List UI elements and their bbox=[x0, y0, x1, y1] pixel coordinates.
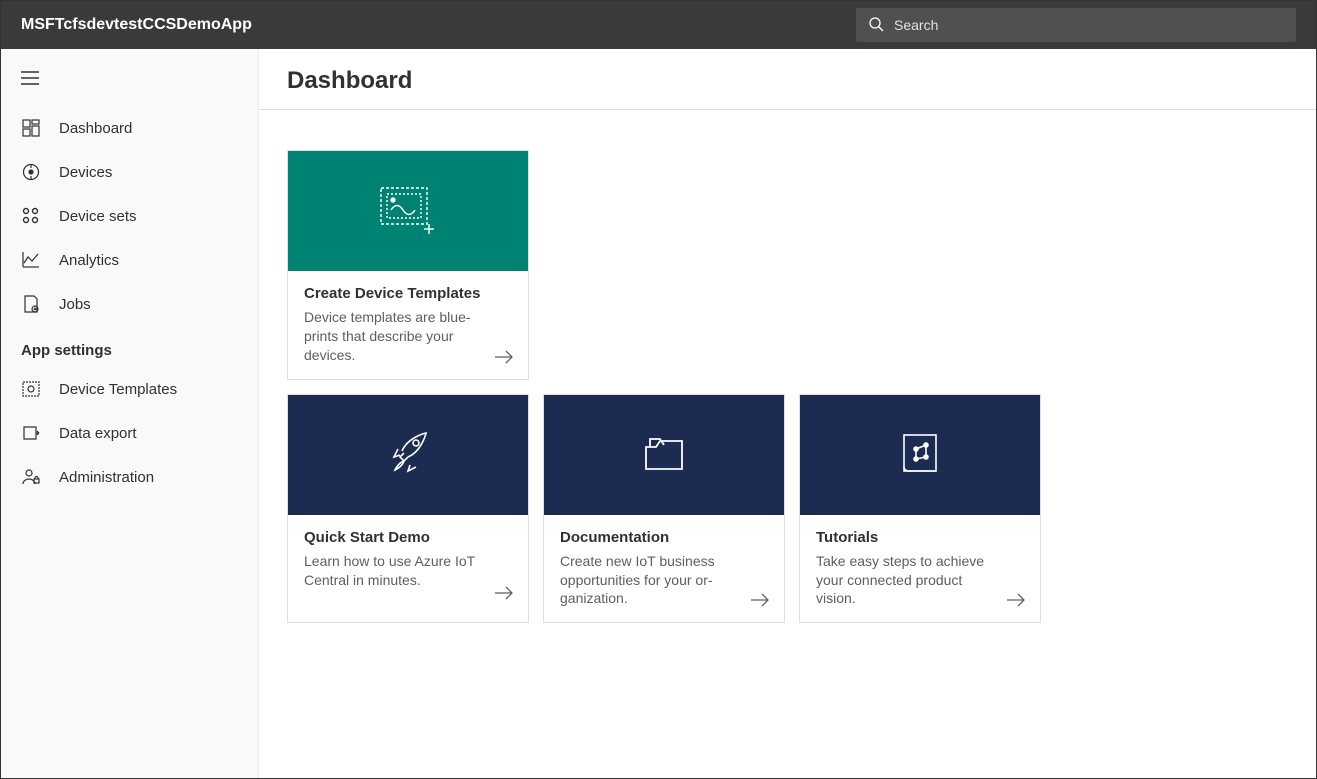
card-description: Device templates are blue-prints that de… bbox=[304, 308, 512, 365]
template-add-icon bbox=[373, 180, 443, 243]
card-create-device-templates[interactable]: Create Device Templates Device templates… bbox=[287, 150, 529, 380]
card-title: Tutorials bbox=[816, 529, 1024, 546]
dashboard-icon bbox=[21, 119, 41, 137]
analytics-icon bbox=[21, 251, 41, 269]
device-sets-icon bbox=[21, 207, 41, 225]
sidebar: Dashboard Devices Device sets bbox=[1, 49, 259, 778]
main-content: Dashboard bbox=[259, 49, 1316, 778]
device-templates-icon bbox=[21, 380, 41, 398]
card-body: Tutorials Take easy steps to achieve you… bbox=[800, 515, 1040, 623]
arrow-right-icon bbox=[1006, 593, 1026, 610]
data-export-icon bbox=[21, 424, 41, 442]
sidebar-item-label: Devices bbox=[59, 164, 112, 181]
dashboard-content: Create Device Templates Device templates… bbox=[259, 110, 1316, 677]
folder-icon bbox=[636, 429, 692, 480]
tutorial-icon bbox=[894, 427, 946, 482]
sidebar-item-analytics[interactable]: Analytics bbox=[1, 238, 258, 282]
rocket-icon bbox=[380, 425, 436, 484]
sidebar-item-label: Administration bbox=[59, 469, 154, 486]
sidebar-item-dashboard[interactable]: Dashboard bbox=[1, 106, 258, 150]
administration-icon bbox=[21, 468, 41, 486]
sidebar-section-heading: App settings bbox=[1, 326, 258, 367]
devices-icon bbox=[21, 163, 41, 181]
card-body: Documentation Create new IoT business op… bbox=[544, 515, 784, 623]
card-description: Learn how to use Azure IoT Central in mi… bbox=[304, 552, 512, 590]
hamburger-icon bbox=[21, 72, 39, 88]
card-title: Create Device Templates bbox=[304, 285, 512, 302]
arrow-right-icon bbox=[494, 586, 514, 603]
card-description: Create new IoT business opportunities fo… bbox=[560, 552, 768, 609]
sidebar-item-label: Jobs bbox=[59, 296, 91, 313]
sidebar-item-label: Device Templates bbox=[59, 381, 177, 398]
arrow-right-icon bbox=[750, 593, 770, 610]
search-input[interactable] bbox=[894, 17, 1284, 33]
sidebar-item-device-sets[interactable]: Device sets bbox=[1, 194, 258, 238]
sidebar-item-device-templates[interactable]: Device Templates bbox=[1, 367, 258, 411]
sidebar-item-administration[interactable]: Administration bbox=[1, 455, 258, 499]
sidebar-item-label: Dashboard bbox=[59, 120, 132, 137]
search-box[interactable] bbox=[856, 8, 1296, 42]
card-body: Create Device Templates Device templates… bbox=[288, 271, 528, 379]
sidebar-item-jobs[interactable]: Jobs bbox=[1, 282, 258, 326]
search-icon bbox=[868, 16, 884, 35]
card-title: Documentation bbox=[560, 529, 768, 546]
sidebar-item-data-export[interactable]: Data export bbox=[1, 411, 258, 455]
card-tutorials[interactable]: Tutorials Take easy steps to achieve you… bbox=[799, 394, 1041, 624]
top-bar: MSFTcfsdevtestCCSDemoApp bbox=[1, 1, 1316, 49]
card-documentation[interactable]: Documentation Create new IoT business op… bbox=[543, 394, 785, 624]
card-hero bbox=[800, 395, 1040, 515]
card-row: Create Device Templates Device templates… bbox=[287, 150, 1288, 380]
sidebar-item-label: Device sets bbox=[59, 208, 137, 225]
card-title: Quick Start Demo bbox=[304, 529, 512, 546]
sidebar-item-label: Analytics bbox=[59, 252, 119, 269]
menu-toggle-button[interactable] bbox=[1, 59, 258, 106]
page-title: Dashboard bbox=[259, 49, 1316, 110]
card-hero bbox=[544, 395, 784, 515]
arrow-right-icon bbox=[494, 350, 514, 367]
card-hero bbox=[288, 151, 528, 271]
card-row: Quick Start Demo Learn how to use Azure … bbox=[287, 394, 1288, 624]
app-title: MSFTcfsdevtestCCSDemoApp bbox=[21, 16, 252, 34]
card-body: Quick Start Demo Learn how to use Azure … bbox=[288, 515, 528, 615]
sidebar-item-devices[interactable]: Devices bbox=[1, 150, 258, 194]
jobs-icon bbox=[21, 295, 41, 313]
card-quick-start-demo[interactable]: Quick Start Demo Learn how to use Azure … bbox=[287, 394, 529, 624]
sidebar-item-label: Data export bbox=[59, 425, 137, 442]
card-hero bbox=[288, 395, 528, 515]
card-description: Take easy steps to achieve your connecte… bbox=[816, 552, 1024, 609]
